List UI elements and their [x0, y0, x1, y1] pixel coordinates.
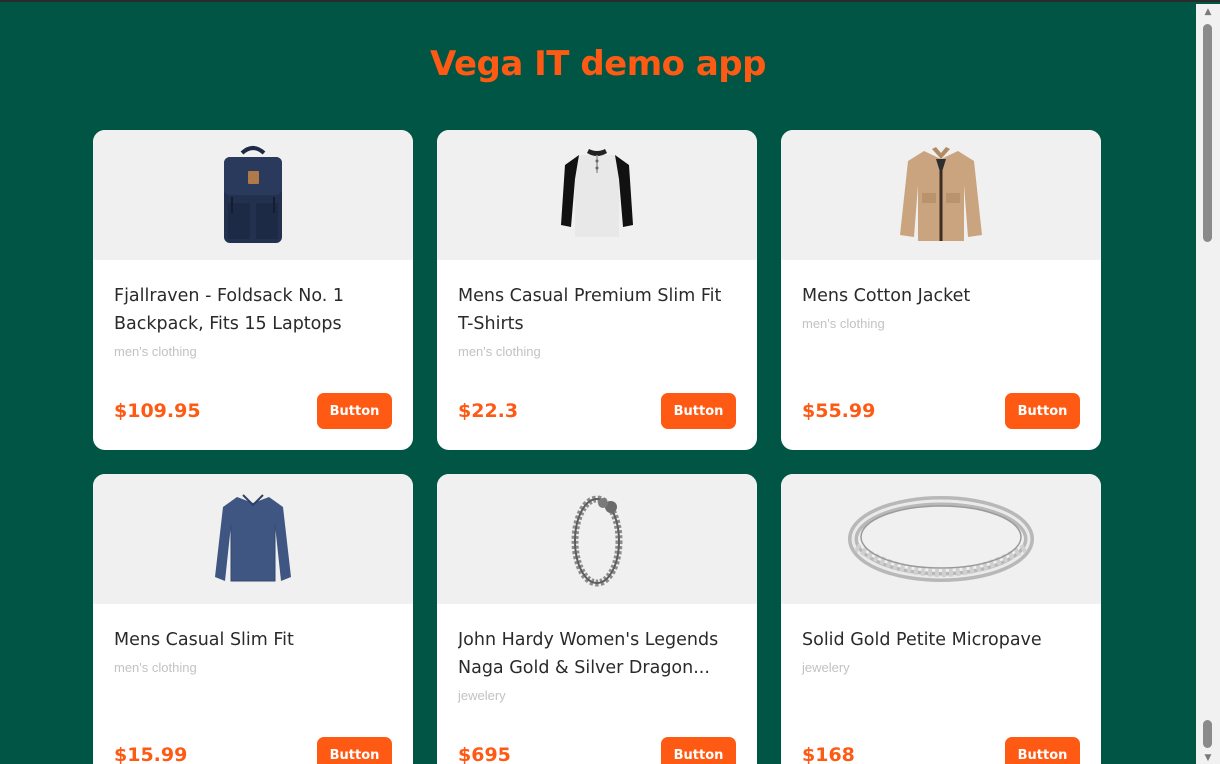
add-to-cart-button[interactable]: Button [1005, 393, 1080, 429]
product-card: Mens Casual Premium Slim Fit T-Shirts me… [437, 130, 757, 450]
add-to-cart-button[interactable]: Button [1005, 737, 1080, 764]
product-image-container [781, 130, 1101, 260]
product-image-container [93, 474, 413, 604]
scrollbar-thumb[interactable] [1203, 24, 1212, 242]
product-title: John Hardy Women's Legends Naga Gold & S… [458, 630, 719, 678]
product-price: $695 [458, 744, 511, 764]
product-title: Mens Casual Slim Fit [114, 630, 294, 650]
page-title: Vega IT demo app [430, 44, 766, 84]
app-viewport: Vega IT demo app Fjallraven - Foldsack N… [0, 0, 1220, 764]
product-image-container [93, 130, 413, 260]
product-title: Mens Cotton Jacket [802, 286, 971, 306]
product-card: John Hardy Women's Legends Naga Gold & S… [437, 474, 757, 764]
tshirt-image [561, 149, 633, 237]
scroll-up-arrow-icon[interactable]: ▲ [1196, 4, 1220, 20]
product-image-container [437, 474, 757, 604]
product-price: $168 [802, 744, 855, 764]
product-category: jewelery [802, 660, 850, 675]
product-price: $15.99 [114, 744, 188, 764]
scrollbar-track[interactable] [1196, 20, 1220, 750]
product-card: Mens Casual Slim Fit men's clothing $15.… [93, 474, 413, 764]
product-price: $109.95 [114, 400, 201, 422]
add-to-cart-button[interactable]: Button [317, 393, 392, 429]
product-card: Fjallraven - Foldsack No. 1 Backpack, Fi… [93, 130, 413, 450]
jacket-image [900, 147, 982, 241]
product-title: Mens Casual Premium Slim Fit T-Shirts [458, 286, 722, 334]
product-category: men's clothing [802, 316, 885, 331]
product-price: $55.99 [802, 400, 876, 422]
product-card: Solid Gold Petite Micropave jewelery $16… [781, 474, 1101, 764]
product-category: men's clothing [114, 344, 197, 359]
product-grid: Fjallraven - Foldsack No. 1 Backpack, Fi… [93, 130, 1101, 764]
product-image-container [437, 130, 757, 260]
ring-image [848, 496, 1034, 582]
add-to-cart-button[interactable]: Button [661, 393, 736, 429]
product-image-container [781, 474, 1101, 604]
product-category: men's clothing [114, 660, 197, 675]
product-category: men's clothing [458, 344, 541, 359]
scrollbar-lower-thumb[interactable] [1203, 720, 1212, 748]
scroll-down-arrow-icon[interactable]: ▼ [1196, 750, 1220, 764]
product-title: Solid Gold Petite Micropave [802, 630, 1042, 650]
product-price: $22.3 [458, 400, 519, 422]
longsleeve-image [215, 494, 291, 582]
bracelet-image [571, 495, 623, 587]
product-card: Mens Cotton Jacket men's clothing $55.99… [781, 130, 1101, 450]
product-title: Fjallraven - Foldsack No. 1 Backpack, Fi… [114, 286, 344, 334]
product-category: jewelery [458, 688, 506, 703]
add-to-cart-button[interactable]: Button [317, 737, 392, 764]
backpack-image [224, 146, 282, 243]
vertical-scrollbar[interactable]: ▲ ▼ [1196, 4, 1220, 764]
add-to-cart-button[interactable]: Button [661, 737, 736, 764]
